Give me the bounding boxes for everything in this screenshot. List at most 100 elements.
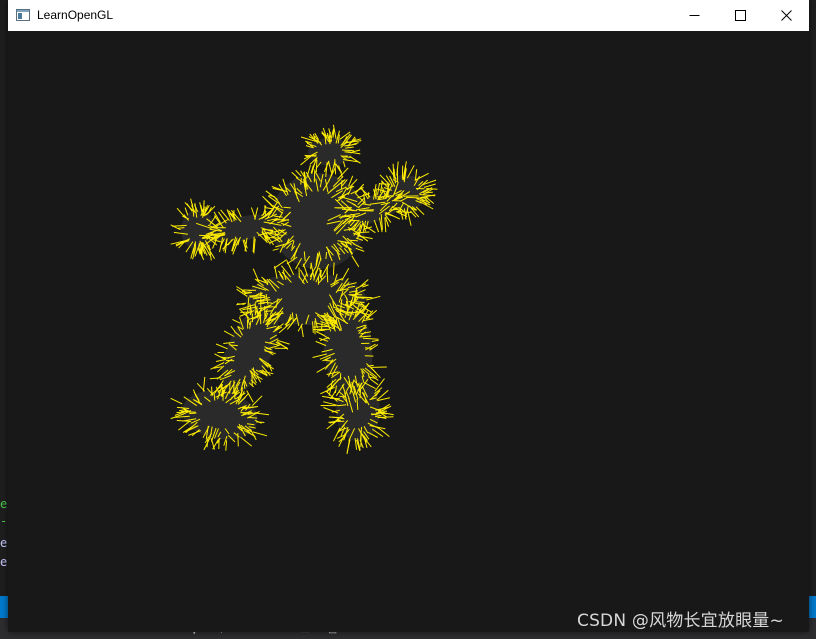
normal-line [225, 440, 228, 451]
normal-line [286, 260, 295, 276]
window-title: LearnOpenGL [37, 8, 114, 22]
opengl-window-icon [16, 9, 30, 21]
normal-line [315, 159, 318, 173]
normal-line [273, 259, 287, 269]
normal-line [316, 366, 326, 373]
normal-line [392, 163, 395, 179]
normal-line [229, 344, 238, 347]
normal-line [341, 180, 343, 190]
normal-line [415, 206, 425, 216]
normal-line [176, 207, 186, 219]
normal-line [359, 305, 367, 307]
console-line: - [0, 514, 8, 528]
normal-line [364, 347, 373, 349]
normal-line [380, 180, 383, 193]
normal-line [248, 294, 258, 297]
normal-line [178, 227, 185, 229]
normal-line [240, 436, 253, 447]
normal-line [333, 427, 341, 442]
normal-line [325, 251, 328, 260]
normal-line [346, 439, 351, 453]
normal-line [312, 321, 314, 333]
normal-line [264, 310, 273, 312]
normal-line [300, 177, 302, 185]
normal-line [321, 322, 323, 330]
normal-line [366, 295, 381, 301]
normal-line [338, 432, 347, 447]
normal-line [223, 330, 235, 337]
minimize-icon [689, 15, 699, 16]
normal-line [335, 163, 343, 173]
normal-line [316, 329, 325, 332]
normal-line [274, 219, 290, 221]
normal-line [313, 325, 329, 328]
normal-line [211, 386, 213, 397]
normal-line [423, 183, 436, 188]
normal-line [367, 192, 370, 199]
normal-line [373, 219, 380, 233]
normal-line [356, 398, 359, 410]
normal-line [258, 302, 265, 305]
console-line: e [0, 497, 8, 511]
maximize-icon [734, 10, 746, 21]
normal-line [348, 239, 358, 242]
normal-line [390, 208, 399, 211]
model-body [181, 138, 427, 441]
normal-line [186, 203, 193, 212]
normal-line [209, 377, 222, 380]
normal-line [249, 308, 251, 316]
normal-line [283, 206, 291, 209]
normal-line [355, 301, 365, 303]
normal-line [249, 296, 266, 299]
normal-line [414, 172, 429, 181]
normal-line [359, 388, 362, 399]
minimize-button[interactable] [671, 0, 717, 31]
normal-line [300, 324, 304, 338]
normal-line [251, 395, 263, 406]
normal-line [170, 397, 183, 405]
maximize-button[interactable] [717, 0, 763, 31]
close-icon [780, 10, 792, 21]
normal-line [202, 376, 206, 392]
render-viewport[interactable] [8, 31, 809, 632]
normal-line [348, 228, 356, 230]
console-line: e [0, 555, 8, 569]
normal-line [184, 207, 189, 216]
normal-line [272, 248, 279, 251]
normal-line [371, 339, 379, 342]
normal-line [291, 171, 299, 179]
normal-line [236, 208, 242, 218]
close-button[interactable] [763, 0, 809, 31]
model-part [181, 210, 215, 250]
normal-line [323, 407, 339, 414]
normal-line [315, 331, 325, 336]
title-bar[interactable]: LearnOpenGL [8, 0, 809, 32]
normal-line [188, 430, 201, 436]
normal-line [330, 389, 337, 399]
nanosuit-normal-visualization [170, 124, 438, 455]
normal-line [332, 262, 335, 276]
normal-line [237, 432, 239, 447]
normal-line [325, 360, 333, 362]
normal-line [410, 210, 417, 218]
normal-line [359, 210, 374, 212]
normal-line [384, 217, 387, 233]
normal-line [341, 149, 355, 152]
normal-line [189, 412, 197, 415]
normal-line [256, 412, 270, 416]
normal-line [203, 200, 205, 214]
normal-line [212, 439, 219, 450]
normal-line [246, 390, 254, 403]
normal-line [355, 247, 365, 252]
normal-line [232, 318, 241, 324]
normal-line [213, 392, 216, 401]
csdn-watermark: CSDN @风物长宜放眼量~ [577, 611, 784, 631]
opengl-window: LearnOpenGL [8, 0, 809, 632]
normal-line [252, 431, 268, 437]
normal-line [326, 270, 329, 283]
normal-line [215, 343, 228, 350]
normal-line [230, 325, 236, 332]
normal-line [351, 255, 360, 268]
normal-line [349, 155, 361, 164]
normal-line [329, 397, 341, 400]
